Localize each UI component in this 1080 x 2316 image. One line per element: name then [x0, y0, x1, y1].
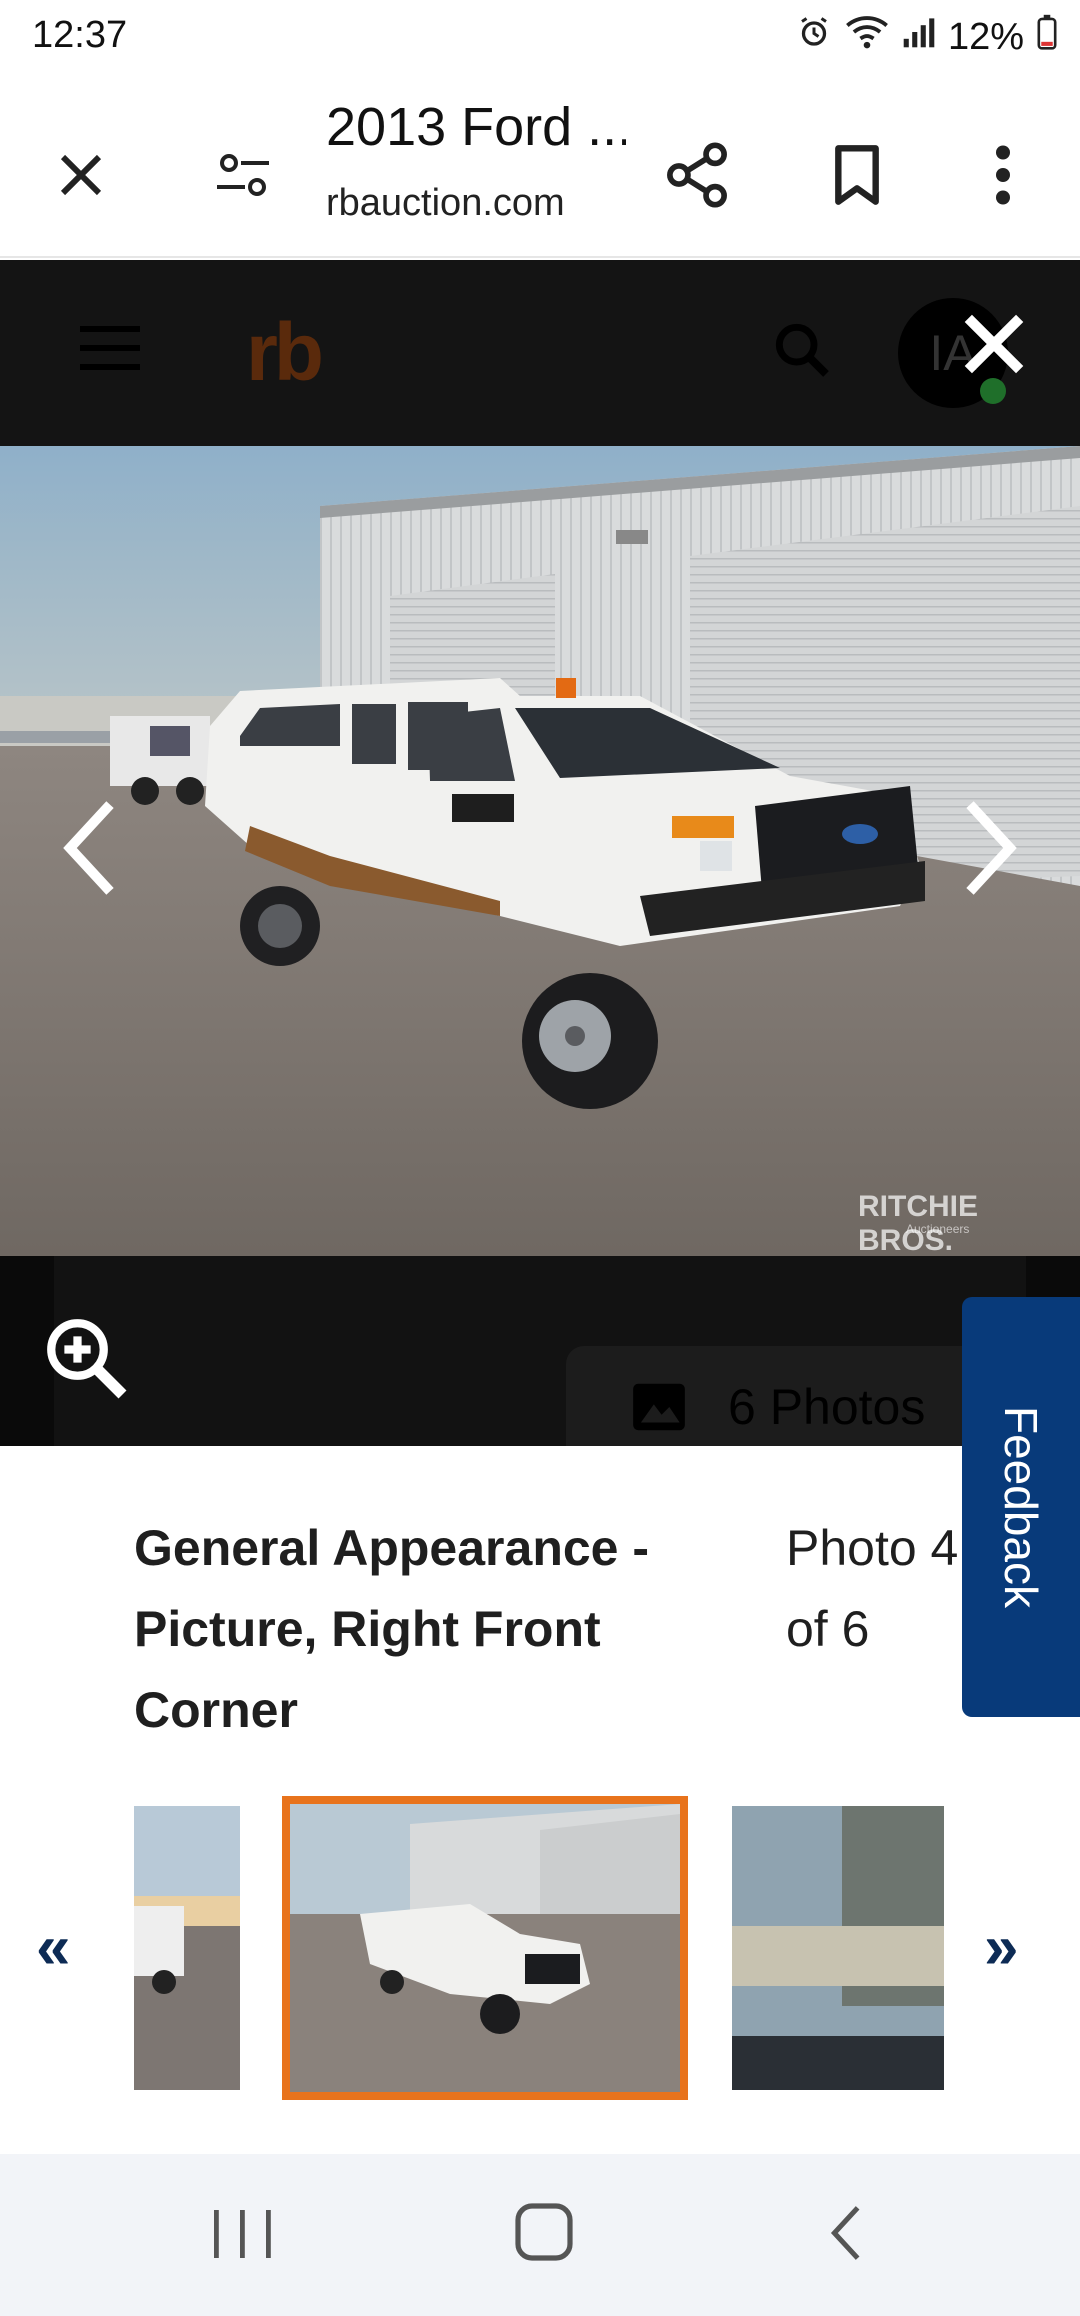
back-button[interactable] [822, 2202, 870, 2269]
signal-icon [902, 15, 936, 59]
recent-apps-button[interactable] [206, 2206, 278, 2267]
recent-apps-icon [214, 2210, 271, 2258]
prev-photo-button[interactable] [50, 798, 130, 903]
bookmark-icon [835, 145, 879, 205]
feedback-tab[interactable]: Feedback [962, 1297, 1080, 1717]
battery-percent: 12% [947, 15, 1024, 58]
main-photo: RITCHIE BROS. Auctioneers [0, 446, 1080, 1256]
site-settings-icon [217, 154, 269, 196]
chevron-left-icon [63, 801, 114, 895]
thumbs-next-button[interactable]: » [984, 1912, 1018, 1983]
thumbnail-image [134, 1806, 240, 2090]
more-options-button[interactable] [958, 130, 1048, 220]
bookmark-button[interactable] [812, 130, 902, 220]
van-photo [0, 446, 1080, 1256]
alarm-icon [796, 14, 832, 60]
thumbnail-selected[interactable] [282, 1796, 688, 2100]
site-settings-button[interactable] [198, 130, 288, 220]
thumbnail-image [290, 1804, 680, 2092]
custom-tab-toolbar: 2013 Ford ... rbauction.com [0, 80, 1080, 258]
watermark-sub: Auctioneers [906, 1222, 970, 1236]
page-title[interactable]: 2013 Ford ... [326, 96, 626, 158]
menu-button[interactable] [78, 322, 144, 379]
image-icon [633, 1383, 685, 1431]
photos-count-label: 6 Photos [728, 1379, 926, 1435]
site-logo[interactable]: rb [246, 306, 324, 400]
back-icon [830, 2206, 860, 2260]
home-icon [515, 2203, 573, 2261]
battery-icon [1036, 14, 1058, 60]
photo-caption: General Appearance - Picture, Right Fron… [134, 1520, 650, 1738]
thumbnail-image [732, 1806, 944, 2090]
thumbnail[interactable] [732, 1806, 944, 2090]
double-chevron-left-icon: « [36, 1913, 71, 1982]
system-nav-bar [0, 2154, 1080, 2316]
wifi-icon [844, 14, 890, 60]
close-tab-button[interactable] [36, 130, 126, 220]
site-search-button[interactable] [770, 318, 834, 387]
zoom-button[interactable] [40, 1312, 130, 1407]
photo-counter: Photo 4 of 6 [786, 1520, 959, 1657]
menu-icon [80, 326, 140, 370]
double-chevron-right-icon: » [984, 1913, 1019, 1982]
status-time: 12:37 [32, 14, 128, 56]
thumbs-prev-button[interactable]: « [36, 1912, 70, 1983]
close-lightbox-button[interactable] [950, 300, 1038, 393]
chevron-right-icon [966, 801, 1017, 895]
next-photo-button[interactable] [950, 798, 1030, 903]
home-button[interactable] [512, 2200, 576, 2269]
status-icons: 12% [796, 14, 1058, 60]
close-icon [60, 154, 102, 196]
thumbnail-strip: « » [0, 1790, 1080, 2110]
page-url[interactable]: rbauction.com [326, 182, 565, 225]
site-header: rb IA [0, 260, 1080, 446]
more-vert-icon [996, 145, 1010, 205]
share-button[interactable] [652, 130, 742, 220]
feedback-label: Feedback [995, 1405, 1047, 1609]
share-icon [667, 142, 727, 208]
photos-badge[interactable]: 6 Photos [566, 1346, 986, 1446]
photo-footer: 6 Photos [0, 1256, 1080, 1446]
close-icon [964, 314, 1024, 374]
search-icon [775, 323, 829, 377]
zoom-in-icon [47, 1319, 127, 1399]
thumbnail[interactable] [134, 1806, 240, 2090]
status-bar: 12:37 12% [0, 0, 1080, 80]
